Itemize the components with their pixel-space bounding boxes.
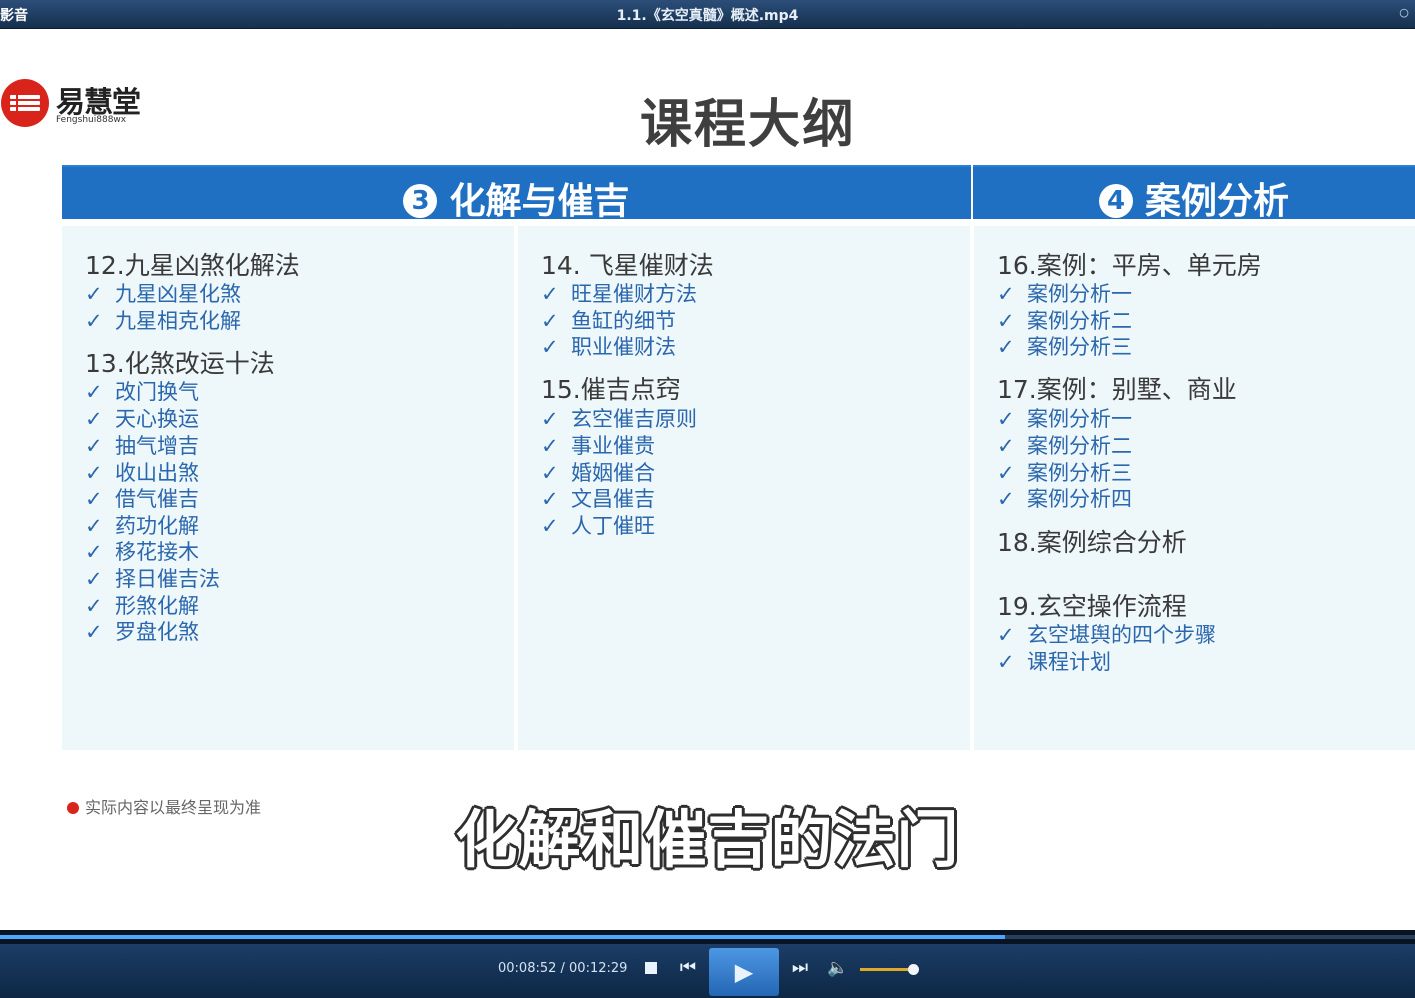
- check-icon: ✓: [541, 461, 559, 485]
- list-item: ✓ 案例分析四: [997, 487, 1132, 511]
- check-icon: ✓: [85, 594, 103, 618]
- list-item: ✓ 案例分析一: [997, 407, 1132, 431]
- list-item: ✓ 借气催吉: [85, 487, 199, 511]
- volume-level: [860, 968, 914, 971]
- check-icon: ✓: [997, 650, 1015, 674]
- list-item: ✓ 旺星催财方法: [541, 282, 697, 306]
- check-icon: ✓: [541, 309, 559, 333]
- check-icon: ✓: [85, 380, 103, 404]
- playback-time: 00:08:52 / 00:12:29: [498, 961, 628, 976]
- title-bar: 影音 1.1.《玄空真髓》概述.mp4 ○: [0, 0, 1415, 29]
- check-icon: ✓: [997, 623, 1015, 647]
- section-band-3: 3 化解与催吉: [62, 165, 971, 222]
- list-item: ✓ 玄空堪舆的四个步骤: [997, 623, 1216, 647]
- check-icon: ✓: [85, 487, 103, 511]
- list-item: ✓ 九星凶星化煞: [85, 282, 241, 306]
- list-item: ✓ 事业催贵: [541, 434, 655, 458]
- check-icon: ✓: [541, 282, 559, 306]
- section-number-badge: 4: [1098, 184, 1133, 218]
- next-button[interactable]: ⏭: [790, 957, 810, 979]
- list-item: ✓ 课程计划: [997, 650, 1111, 674]
- check-icon: ✓: [85, 309, 103, 333]
- logo-subtitle: Fengshui888wx: [56, 115, 127, 125]
- list-item: ✓ 案例分析二: [997, 434, 1132, 458]
- check-icon: ✓: [541, 335, 559, 359]
- check-icon: ✓: [85, 282, 103, 306]
- list-item: ✓ 职业催财法: [541, 335, 676, 359]
- outline-column-3: 16.案例：平房、单元房 ✓ 案例分析一 ✓ 案例分析二 ✓ 案例分析三 17.案例：…: [974, 226, 1415, 750]
- section-heading: 18.案例综合分析: [997, 528, 1187, 557]
- list-item: ✓ 文昌催吉: [541, 487, 655, 511]
- check-icon: ✓: [541, 487, 559, 511]
- player-controls: 00:08:52 / 00:12:29 ⏮ ▶ ⏭ 🔈: [0, 944, 1415, 998]
- slide-title: 课程大纲: [640, 95, 857, 155]
- list-item: ✓ 改门换气: [85, 380, 199, 404]
- check-icon: ✓: [85, 407, 103, 431]
- check-icon: ✓: [85, 567, 103, 591]
- section-band-label: 化解与催吉: [449, 181, 630, 222]
- volume-slider[interactable]: [860, 964, 920, 975]
- check-icon: ✓: [541, 407, 559, 431]
- section-heading: 14. 飞星催财法: [541, 251, 714, 280]
- section-heading: 19.玄空操作流程: [997, 592, 1187, 621]
- check-icon: ✓: [997, 461, 1015, 485]
- play-button[interactable]: ▶: [709, 948, 779, 996]
- check-icon: ✓: [541, 434, 559, 458]
- seek-bar[interactable]: [0, 930, 1415, 944]
- volume-icon[interactable]: 🔈: [827, 957, 849, 979]
- check-icon: ✓: [997, 282, 1015, 306]
- window-title: 1.1.《玄空真髓》概述.mp4: [616, 8, 799, 24]
- volume-knob[interactable]: [908, 964, 920, 975]
- list-item: ✓ 九星相克化解: [85, 309, 241, 333]
- section-number-badge: 3: [403, 184, 438, 218]
- section-heading: 12.九星凶煞化解法: [85, 251, 300, 280]
- list-item: ✓ 天心换运: [85, 407, 199, 431]
- list-item: ✓ 移花接木: [85, 540, 199, 564]
- list-item: ✓ 玄空催吉原则: [541, 407, 697, 431]
- list-item: ✓ 罗盘化煞: [85, 620, 199, 644]
- chat-bubble-icon[interactable]: ○: [1397, 6, 1411, 20]
- section-band-label: 案例分析: [1144, 181, 1289, 222]
- logo-icon: [1, 79, 49, 127]
- list-item: ✓ 抽气增吉: [85, 434, 199, 458]
- section-heading: 15.催吉点窍: [541, 375, 681, 404]
- check-icon: ✓: [997, 335, 1015, 359]
- check-icon: ✓: [85, 514, 103, 538]
- check-icon: ✓: [997, 487, 1015, 511]
- section-heading: 16.案例：平房、单元房: [997, 251, 1262, 280]
- check-icon: ✓: [541, 514, 559, 538]
- check-icon: ✓: [85, 461, 103, 485]
- check-icon: ✓: [85, 620, 103, 644]
- stop-button[interactable]: [645, 962, 657, 974]
- check-icon: ✓: [85, 540, 103, 564]
- outline-column-1: 12.九星凶煞化解法 ✓ 九星凶星化煞 ✓ 九星相克化解 13.化煞改运十法 ✓ 改门…: [62, 226, 514, 750]
- previous-button[interactable]: ⏮: [678, 957, 698, 979]
- list-item: ✓ 人丁催旺: [541, 514, 655, 538]
- check-icon: ✓: [997, 434, 1015, 458]
- list-item: ✓ 案例分析一: [997, 282, 1132, 306]
- section-band-4: 4 案例分析: [973, 165, 1415, 222]
- list-item: ✓ 案例分析三: [997, 335, 1132, 359]
- seek-progress: [0, 935, 1005, 939]
- check-icon: ✓: [997, 407, 1015, 431]
- video-frame[interactable]: 易慧堂 Fengshui888wx 课程大纲 3 化解与催吉 4 案例分析 12.九…: [0, 29, 1415, 930]
- video-subtitle: 化解和催吉的法门: [455, 803, 960, 876]
- section-heading: 13.化煞改运十法: [85, 349, 275, 378]
- outline-column-2: 14. 飞星催财法 ✓ 旺星催财方法 ✓ 鱼缸的细节 ✓ 职业催财法 15.催吉点窍 …: [518, 226, 970, 750]
- list-item: ✓ 择日催吉法: [85, 567, 220, 591]
- section-heading: 17.案例：别墅、商业: [997, 375, 1237, 404]
- check-icon: ✓: [997, 309, 1015, 333]
- check-icon: ✓: [85, 434, 103, 458]
